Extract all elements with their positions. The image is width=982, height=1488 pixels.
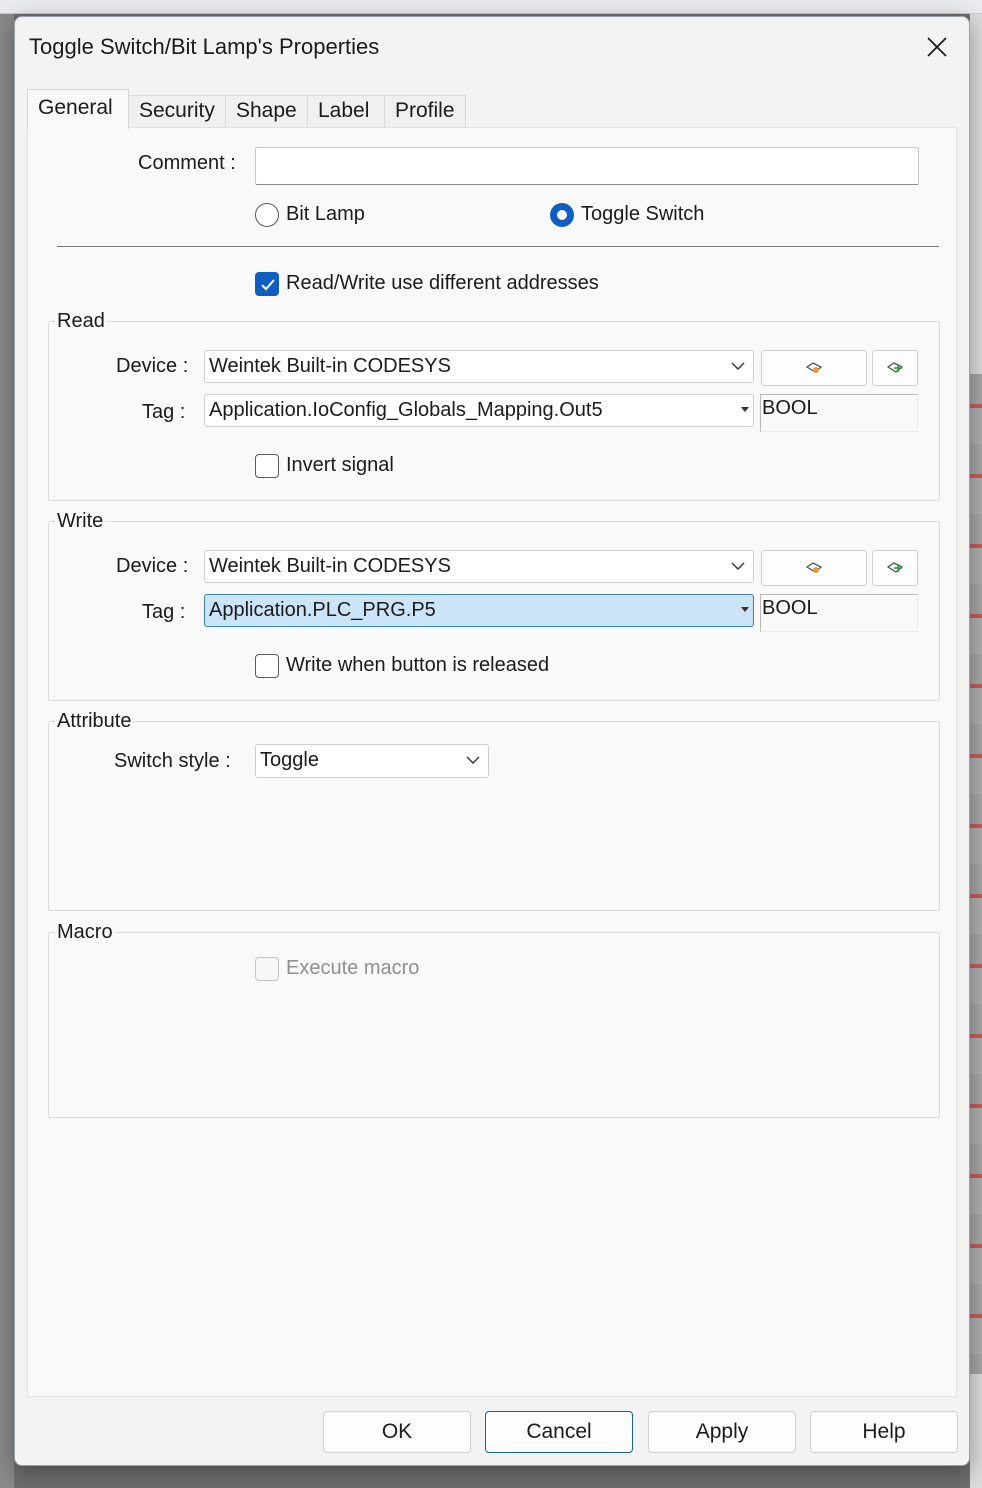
write-when-released-checkbox[interactable] [255, 654, 279, 678]
title-bar: Toggle Switch/Bit Lamp's Properties [15, 17, 969, 77]
chevron-down-icon [741, 607, 749, 612]
write-add-device-button[interactable] [872, 550, 918, 586]
invert-signal-label: Invert signal [286, 454, 394, 476]
read-data-type: BOOL [760, 394, 918, 432]
read-device-value: Weintek Built-in CODESYS [209, 355, 451, 377]
switch-style-dropdown[interactable]: Toggle [255, 744, 489, 778]
tab-shape[interactable]: Shape [225, 95, 308, 127]
checkmark-icon [261, 279, 275, 291]
macro-group-title: Macro [55, 921, 115, 944]
chevron-down-icon [731, 362, 745, 370]
write-device-label: Device : [116, 555, 189, 577]
close-icon [927, 37, 947, 57]
dialog-title: Toggle Switch/Bit Lamp's Properties [29, 34, 380, 59]
read-tag-dropdown[interactable]: Application.IoConfig_Globals_Mapping.Out… [204, 394, 754, 427]
background-canvas [970, 14, 982, 1488]
write-data-type: BOOL [760, 594, 918, 632]
execute-macro-label: Execute macro [286, 957, 420, 979]
separator [57, 246, 939, 247]
device-settings-icon [805, 362, 823, 373]
read-group-title: Read [55, 310, 107, 333]
comment-input[interactable] [255, 147, 919, 185]
apply-button[interactable]: Apply [648, 1411, 796, 1453]
add-device-icon [886, 562, 904, 573]
tab-security[interactable]: Security [128, 95, 226, 127]
background-canvas-content [970, 374, 982, 1374]
cancel-button[interactable]: Cancel [485, 1411, 633, 1453]
toggle-switch-label: Toggle Switch [581, 203, 705, 225]
write-tag-dropdown[interactable]: Application.PLC_PRG.P5 [204, 594, 754, 627]
comment-label: Comment : [138, 152, 236, 174]
toggle-switch-radio[interactable] [550, 203, 574, 227]
ok-button[interactable]: OK [323, 1411, 471, 1453]
read-add-device-button[interactable] [872, 350, 918, 386]
attribute-group-title: Attribute [55, 710, 134, 733]
read-tag-value: Application.IoConfig_Globals_Mapping.Out… [209, 399, 603, 421]
device-settings-icon [805, 562, 823, 573]
bit-lamp-radio[interactable] [255, 203, 279, 227]
execute-macro-checkbox[interactable] [255, 957, 279, 981]
background-toolbar [0, 0, 982, 14]
read-tag-label: Tag : [142, 401, 186, 423]
tab-profile[interactable]: Profile [384, 95, 466, 127]
write-device-dropdown[interactable]: Weintek Built-in CODESYS [204, 550, 754, 583]
write-group-title: Write [55, 510, 106, 533]
properties-dialog: Toggle Switch/Bit Lamp's Properties Gene… [14, 16, 970, 1466]
write-tag-label: Tag : [142, 601, 186, 623]
write-device-settings-button[interactable] [761, 550, 867, 586]
switch-style-label: Switch style : [114, 750, 231, 772]
tab-general[interactable]: General [27, 89, 129, 129]
read-device-settings-button[interactable] [761, 350, 867, 386]
chevron-down-icon [741, 407, 749, 412]
read-device-label: Device : [116, 355, 189, 377]
add-device-icon [886, 362, 904, 373]
close-button[interactable] [915, 25, 959, 69]
invert-signal-checkbox[interactable] [255, 454, 279, 478]
rw-different-addresses-checkbox[interactable] [255, 272, 279, 296]
write-device-value: Weintek Built-in CODESYS [209, 555, 451, 577]
write-when-released-label: Write when button is released [286, 654, 550, 676]
tab-label[interactable]: Label [307, 95, 385, 127]
rw-different-addresses-label: Read/Write use different addresses [286, 272, 599, 294]
bit-lamp-label: Bit Lamp [286, 203, 365, 225]
chevron-down-icon [731, 562, 745, 570]
general-panel: Comment : Bit Lamp Toggle Switch Read/Wr… [27, 127, 957, 1397]
background-left-panel [0, 14, 14, 1488]
chevron-down-icon [466, 756, 480, 764]
read-device-dropdown[interactable]: Weintek Built-in CODESYS [204, 350, 754, 383]
write-tag-value: Application.PLC_PRG.P5 [209, 599, 436, 621]
macro-group [48, 932, 940, 1118]
help-button[interactable]: Help [810, 1411, 958, 1453]
switch-style-value: Toggle [260, 749, 319, 771]
